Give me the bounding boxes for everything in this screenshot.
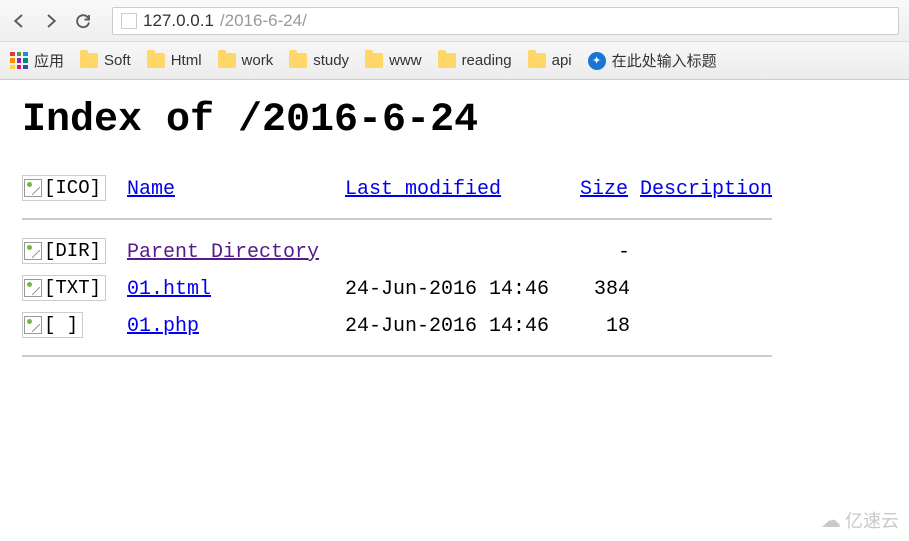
- header-modified: Last modified: [345, 171, 580, 208]
- sort-name-link[interactable]: Name: [127, 178, 175, 201]
- header-icon: [ICO]: [22, 171, 127, 208]
- folder-icon: [80, 53, 98, 68]
- parent-directory-link[interactable]: Parent Directory: [127, 241, 319, 264]
- cell-modified: 24-Jun-2016 14:46: [345, 271, 580, 308]
- reload-icon: [74, 12, 92, 30]
- bookmark-html[interactable]: Html: [147, 52, 202, 69]
- broken-image-icon: [24, 242, 42, 260]
- bookmark-soft[interactable]: Soft: [80, 52, 131, 69]
- cloud-icon: ☁: [821, 508, 841, 533]
- bookmark-work[interactable]: work: [218, 52, 274, 69]
- cell-size: -: [580, 234, 640, 271]
- folder-icon: [438, 53, 456, 68]
- header-description: Description: [640, 171, 772, 208]
- apps-label: 应用: [34, 50, 64, 71]
- cell-size: 18: [580, 308, 640, 345]
- address-bar[interactable]: 127.0.0.1/2016-6-24/: [112, 7, 899, 35]
- table-row: [DIR] Parent Directory -: [22, 234, 772, 271]
- cell-modified: [345, 234, 580, 271]
- bookmark-api[interactable]: api: [528, 52, 572, 69]
- bookmark-study[interactable]: study: [289, 52, 349, 69]
- bookmark-tool[interactable]: ✦在此处输入标题: [588, 50, 717, 71]
- cell-modified: 24-Jun-2016 14:46: [345, 308, 580, 345]
- header-name: Name: [127, 171, 345, 208]
- sort-modified-link[interactable]: Last modified: [345, 178, 501, 201]
- reload-button[interactable]: [74, 12, 92, 30]
- sort-size-link[interactable]: Size: [580, 178, 628, 201]
- file-link[interactable]: 01.php: [127, 315, 199, 338]
- nav-forward-button[interactable]: [42, 12, 60, 30]
- globe-icon: ✦: [588, 52, 606, 70]
- arrow-left-icon: [10, 12, 28, 30]
- sort-description-link[interactable]: Description: [640, 178, 772, 201]
- url-path: /2016-6-24/: [220, 11, 307, 31]
- bookmark-reading[interactable]: reading: [438, 52, 512, 69]
- broken-image-icon: [24, 316, 42, 334]
- folder-icon: [147, 53, 165, 68]
- table-row: [TXT] 01.html 24-Jun-2016 14:46 384: [22, 271, 772, 308]
- broken-image-icon: [24, 179, 42, 197]
- bookmark-www[interactable]: www: [365, 52, 422, 69]
- page-icon: [121, 13, 137, 29]
- folder-icon: [528, 53, 546, 68]
- browser-toolbar: 127.0.0.1/2016-6-24/: [0, 0, 909, 42]
- broken-image-icon: [24, 279, 42, 297]
- bookmarks-bar: 应用 Soft Html work study www reading api …: [0, 42, 909, 80]
- apps-icon: [10, 52, 28, 70]
- header-row: [ICO] Name Last modified Size Descriptio…: [22, 171, 772, 208]
- file-link[interactable]: 01.html: [127, 278, 211, 301]
- divider: [22, 355, 772, 357]
- apps-button[interactable]: 应用: [10, 50, 64, 71]
- cell-size: 384: [580, 271, 640, 308]
- folder-icon: [218, 53, 236, 68]
- folder-icon: [365, 53, 383, 68]
- folder-icon: [289, 53, 307, 68]
- url-host: 127.0.0.1: [143, 11, 214, 31]
- directory-listing: [ICO] Name Last modified Size Descriptio…: [22, 171, 772, 371]
- watermark: ☁ 亿速云: [821, 507, 899, 533]
- arrow-right-icon: [42, 12, 60, 30]
- page-title: Index of /2016-6-24: [22, 98, 887, 143]
- divider: [22, 218, 772, 220]
- table-row: [ ] 01.php 24-Jun-2016 14:46 18: [22, 308, 772, 345]
- nav-back-button[interactable]: [10, 12, 28, 30]
- page-content: Index of /2016-6-24 [ICO] Name Last modi…: [0, 80, 909, 389]
- header-size: Size: [580, 171, 640, 208]
